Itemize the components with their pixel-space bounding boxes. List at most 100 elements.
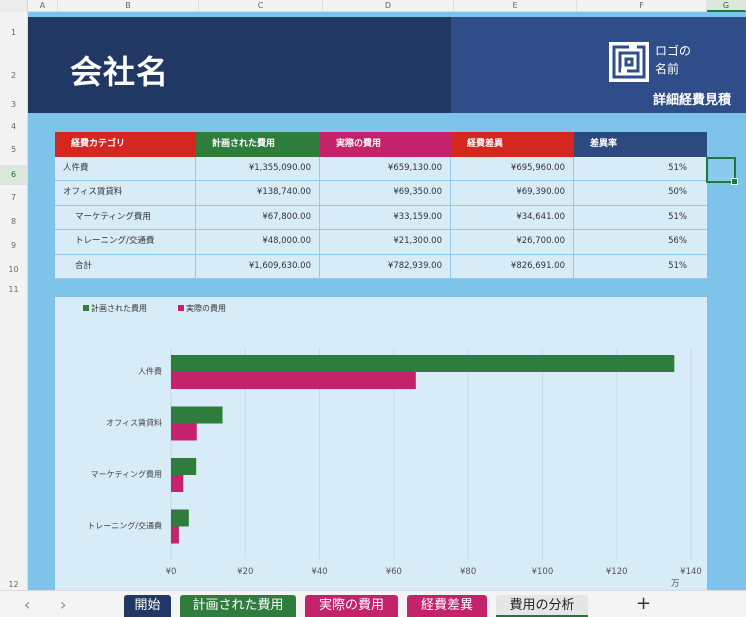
table-cell[interactable]: ¥69,390.00 [451, 181, 574, 205]
table-row: 人件費 ¥1,355,090.00 ¥659,130.00 ¥695,960.0… [55, 157, 707, 182]
bar [171, 526, 179, 544]
row-header[interactable]: 9 [0, 241, 27, 250]
table-cell[interactable]: ¥26,700.00 [451, 230, 574, 254]
row-header-bar: 1 2 3 4 5 6 7 8 9 10 11 12 [0, 12, 28, 590]
category-label: トレーニング/交通費 [87, 521, 162, 531]
tab-expense-variance[interactable]: 経費差異 [407, 595, 487, 617]
legend-swatch [83, 305, 89, 311]
table-cell[interactable]: ¥33,159.00 [320, 205, 451, 230]
select-all-corner[interactable] [0, 0, 28, 12]
bar [171, 406, 223, 424]
table-cell[interactable]: ¥48,000.00 [196, 230, 320, 254]
header-cell-category[interactable]: 経費カテゴリ [55, 132, 196, 157]
table-cell[interactable]: トレーニング/交通費 [55, 230, 196, 254]
row-header[interactable]: 11 [0, 285, 27, 294]
table-cell[interactable]: 51% [574, 157, 707, 180]
add-sheet-button[interactable]: + [636, 593, 651, 614]
row-header[interactable]: 3 [0, 100, 27, 109]
bar [171, 509, 189, 527]
bar [171, 423, 197, 441]
table-header-row: 経費カテゴリ 計画された費用 実際の費用 経費差異 差異率 [55, 132, 707, 157]
row-header[interactable]: 6 [0, 165, 27, 185]
table-cell[interactable]: 人件費 [55, 157, 196, 181]
sheet-tab-bar: ‹ › 開始 計画された費用 実際の費用 経費差異 費用の分析 + [0, 590, 746, 617]
legend-swatch [178, 305, 184, 311]
table-cell[interactable]: ¥1,609,630.00 [196, 254, 320, 278]
legend-label: 計画された費用 [91, 303, 147, 313]
table-cell[interactable]: ¥34,641.00 [451, 205, 574, 230]
column-header-g[interactable]: G [707, 0, 746, 12]
column-header-bar: A B C D E F G [0, 0, 746, 12]
table-cell[interactable]: 51% [574, 255, 707, 278]
legend-label: 実際の費用 [186, 303, 226, 313]
bar [171, 458, 197, 475]
x-tick-label: ¥0 [166, 567, 177, 577]
row-header[interactable]: 4 [0, 122, 27, 131]
prev-sheet-button[interactable]: ‹ [24, 595, 30, 614]
bar [171, 355, 675, 372]
x-tick-label: ¥120 [606, 567, 628, 577]
next-sheet-button[interactable]: › [60, 595, 66, 614]
column-header-d[interactable]: D [323, 0, 454, 12]
table-cell[interactable]: ¥67,800.00 [196, 205, 320, 230]
table-cell[interactable]: 合計 [55, 254, 196, 278]
company-name[interactable]: 会社名 [70, 47, 169, 93]
chart-canvas: ¥0 ¥20 ¥40 ¥60 ¥80 ¥100 ¥120 ¥140万 計画された費用 実際の費用人… [83, 303, 702, 589]
table-cell[interactable]: 56% [574, 230, 707, 253]
tab-start[interactable]: 開始 [124, 595, 171, 617]
table-row: オフィス賃貸料 ¥138,740.00 ¥69,350.00 ¥69,390.0… [55, 181, 707, 206]
row-header[interactable]: 12 [0, 580, 27, 589]
expense-bar-chart[interactable]: ¥0 ¥20 ¥40 ¥60 ¥80 ¥100 ¥120 ¥140 万 計画された費用 実際の費用人… [55, 297, 707, 590]
table-row: トレーニング/交通費 ¥48,000.00 ¥21,300.00 ¥26,700… [55, 230, 707, 255]
x-tick-label: ¥40 [311, 567, 327, 577]
table-cell[interactable]: ¥826,691.00 [451, 254, 574, 278]
table-row: マーケティング費用 ¥67,800.00 ¥33,159.00 ¥34,641.… [55, 205, 707, 231]
logo-name-text: ロゴの 名前 [655, 42, 691, 78]
table-cell[interactable]: オフィス賃貸料 [55, 181, 196, 205]
table-cell[interactable]: 51% [574, 206, 707, 229]
row-header[interactable]: 1 [0, 28, 27, 37]
report-title[interactable]: 詳細経費見積 [653, 89, 731, 108]
tab-planned-cost[interactable]: 計画された費用 [180, 595, 296, 617]
x-tick-label: ¥80 [460, 567, 476, 577]
category-label: オフィス賃貸料 [106, 418, 162, 428]
row-header[interactable]: 10 [0, 265, 27, 274]
row-header[interactable]: 5 [0, 145, 27, 154]
category-label: マーケティング費用 [91, 469, 162, 479]
header-cell-actual[interactable]: 実際の費用 [320, 132, 451, 157]
expense-table: 経費カテゴリ 計画された費用 実際の費用 経費差異 差異率 人件費 ¥1,355… [55, 132, 707, 279]
table-cell[interactable]: ¥138,740.00 [196, 181, 320, 205]
column-header-a[interactable]: A [28, 0, 58, 12]
header-cell-planned[interactable]: 計画された費用 [196, 132, 320, 157]
table-total-row: 合計 ¥1,609,630.00 ¥782,939.00 ¥826,691.00… [55, 254, 707, 279]
table-cell[interactable]: ¥21,300.00 [320, 230, 451, 254]
worksheet-area[interactable]: 会社名 ロゴの 名前 詳細経費見積 経費カテゴリ 計画された費用 実際の費用 経… [28, 12, 746, 590]
x-tick-label: ¥60 [386, 567, 402, 577]
table-cell[interactable]: ¥659,130.00 [320, 157, 451, 181]
x-unit-label: 万 [671, 579, 680, 589]
column-header-b[interactable]: B [58, 0, 199, 12]
tab-cost-analysis[interactable]: 費用の分析 [496, 595, 588, 617]
x-tick-label: ¥20 [237, 567, 253, 577]
logo-line-2: 名前 [655, 62, 680, 76]
row-header[interactable]: 8 [0, 217, 27, 226]
column-header-f[interactable]: F [577, 0, 707, 12]
column-header-e[interactable]: E [454, 0, 577, 12]
table-cell[interactable]: ¥69,350.00 [320, 181, 451, 205]
maze-logo-icon [609, 42, 649, 82]
table-cell[interactable]: マーケティング費用 [55, 205, 196, 230]
logo-line-1: ロゴの [655, 44, 692, 58]
active-cell-selection[interactable] [706, 157, 738, 185]
column-header-c[interactable]: C [199, 0, 323, 12]
bar [171, 475, 184, 492]
table-cell[interactable]: 50% [574, 181, 707, 204]
table-cell[interactable]: ¥782,939.00 [320, 254, 451, 278]
row-header[interactable]: 2 [0, 71, 27, 80]
row-header[interactable]: 7 [0, 193, 27, 202]
table-cell[interactable]: ¥1,355,090.00 [196, 157, 320, 181]
header-cell-variance[interactable]: 経費差異 [451, 132, 574, 157]
header-cell-variance-rate[interactable]: 差異率 [574, 132, 707, 157]
category-label: 人件費 [138, 366, 162, 376]
tab-actual-cost[interactable]: 実際の費用 [305, 595, 398, 617]
table-cell[interactable]: ¥695,960.00 [451, 157, 574, 181]
